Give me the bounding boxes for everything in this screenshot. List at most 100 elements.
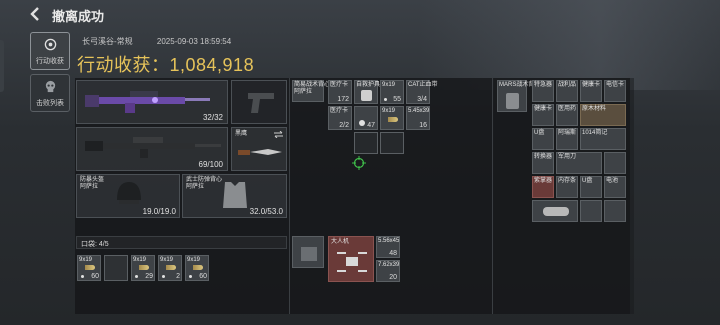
column-divider (289, 78, 290, 314)
backpack-item[interactable]: 5.56x45 48 (376, 236, 400, 258)
rig-empty-slot[interactable] (354, 132, 378, 154)
helmet-name: 防暴头盔 (80, 177, 105, 183)
item-name: 健康卡 (534, 106, 553, 112)
item-count: 3/4 (417, 96, 427, 103)
ammo-icon (193, 265, 203, 270)
loot-item[interactable]: 健康卡 (580, 80, 602, 102)
vest-slot[interactable]: 武士防弹背心 阿萨拉 32.0/53.0 (182, 174, 287, 218)
secondary-weapon-slot[interactable]: 69/100 (76, 127, 228, 171)
swap-icon[interactable] (274, 131, 283, 138)
loot-item[interactable]: 紫掌器 (532, 176, 554, 198)
map-name: 长弓溪谷-常规 (82, 37, 133, 46)
settings-icon (359, 120, 365, 126)
pocket-header: 口袋: 4/5 (76, 236, 287, 249)
helmet-icon (117, 182, 141, 204)
item-name: 健康卡 (582, 82, 601, 88)
bag-icon (506, 93, 519, 109)
helmet-slot[interactable]: 防暴头盔 阿萨拉 19.0/19.0 (76, 174, 180, 218)
loot-item[interactable]: U盘 (580, 176, 602, 198)
loot-bag-slot[interactable]: MARS战术背包 (497, 80, 540, 112)
skull-icon (45, 80, 56, 93)
device-icon (543, 207, 569, 216)
backpack-item[interactable]: 7.62x39 20 (376, 260, 400, 282)
pocket-empty-slot[interactable] (104, 255, 128, 281)
rig-item[interactable]: 47 (354, 106, 378, 130)
loot-item[interactable] (604, 200, 626, 222)
item-name: 医疗卡 (330, 82, 349, 88)
bag-icon (361, 90, 372, 101)
loot-item[interactable] (580, 200, 602, 222)
machine-gun-icon (85, 137, 221, 158)
target-icon (44, 38, 57, 51)
backpack-item[interactable]: 大人机 (328, 236, 374, 282)
vest-durability: 32.0/53.0 (249, 207, 283, 216)
left-edge-tab[interactable] (0, 40, 4, 92)
dot-icon (135, 275, 138, 278)
rig-item[interactable]: CAT止血带 3/4 (406, 80, 438, 104)
knife-icon (238, 149, 282, 155)
top-bar: 撤离成功 (0, 0, 720, 28)
loot-item[interactable] (604, 152, 626, 174)
backpack-icon (301, 247, 317, 261)
knife-slot[interactable]: 黑鹰 (231, 127, 287, 171)
rig-item[interactable]: 9x19 55 (380, 80, 404, 104)
loot-item[interactable]: 电信卡 (604, 80, 626, 102)
tab-kill-list[interactable]: 击败列表 (30, 74, 70, 112)
rig-empty-slot[interactable] (380, 132, 404, 154)
pocket-label: 口袋: 4/5 (81, 241, 109, 248)
rig-item[interactable]: 医疗卡 172 (328, 80, 352, 104)
pocket-item[interactable]: 9x19 29 (131, 255, 155, 281)
dot-icon (384, 98, 387, 101)
loot-item[interactable]: 转换器 (532, 152, 554, 174)
knife-name: 黑鹰 (235, 131, 248, 137)
loot-item[interactable]: 电池 (604, 176, 626, 198)
rig-item[interactable]: 9x19 (380, 106, 404, 130)
loot-item[interactable]: U盘 (532, 128, 554, 150)
pocket-item[interactable]: 9x19 2 (158, 255, 182, 281)
loot-item[interactable] (532, 200, 578, 222)
item-name: U盘 (582, 178, 593, 184)
dot-icon (162, 275, 165, 278)
page-title: 撤离成功 (52, 9, 105, 24)
loot-item[interactable]: 健康卡 (532, 104, 554, 126)
raid-info: 长弓溪谷-常规 2025-09-03 18:59:54 (82, 36, 253, 47)
item-name: 9x19 (160, 257, 174, 263)
item-name: 9x19 (133, 257, 147, 263)
loot-item[interactable]: 战利品 (556, 80, 578, 102)
rig-item[interactable]: 自救护具 (354, 80, 381, 104)
loot-item[interactable]: 特急器 (532, 80, 554, 102)
loot-item[interactable]: 内存条 (556, 176, 578, 198)
helmet-durability: 19.0/19.0 (142, 207, 176, 216)
primary-weapon-slot[interactable]: 32/32 (76, 80, 228, 124)
earnings-value: 1,084,918 (169, 55, 255, 75)
dot-icon (81, 275, 84, 278)
item-name: 9x19 (382, 82, 396, 88)
drone-icon (337, 252, 367, 272)
rig-item[interactable]: 医疗卡 2/2 (328, 106, 352, 130)
item-name: 电池 (606, 178, 619, 184)
item-name: 5.56x45 (378, 238, 400, 244)
rig-item[interactable]: 5.45x39 16 (406, 106, 430, 130)
chest-rig-slot[interactable]: 简易战术背心 阿萨拉 (292, 80, 330, 102)
item-count: 172 (337, 96, 349, 103)
item-name: 9x19 (79, 257, 93, 263)
item-name: 自救护具 (356, 82, 381, 88)
loot-item[interactable]: 1014简记 (580, 128, 626, 150)
pistol-slot[interactable] (231, 80, 287, 124)
backpack-slot[interactable] (292, 236, 324, 268)
item-name: 战利品 (558, 82, 577, 88)
loot-item[interactable]: 医用药 (556, 104, 578, 126)
pocket-item[interactable]: 9x19 60 (185, 255, 209, 281)
item-name: 1014简记 (582, 130, 608, 136)
item-name: 9x19 (187, 257, 201, 263)
tab-label: 行动收获 (36, 58, 64, 65)
item-name: 紫掌器 (534, 178, 553, 184)
item-name: 5.45x39 (408, 108, 430, 114)
tab-action-harvest[interactable]: 行动收获 (30, 32, 70, 70)
pocket-item[interactable]: 9x19 60 (77, 255, 101, 281)
loot-item[interactable]: 军用刀 (556, 152, 602, 174)
loot-item[interactable]: 原木材料 (580, 104, 626, 126)
item-count: 55 (393, 96, 401, 103)
back-arrow-icon[interactable] (28, 6, 44, 22)
loot-item[interactable]: 阿瑞斯 (556, 128, 578, 150)
